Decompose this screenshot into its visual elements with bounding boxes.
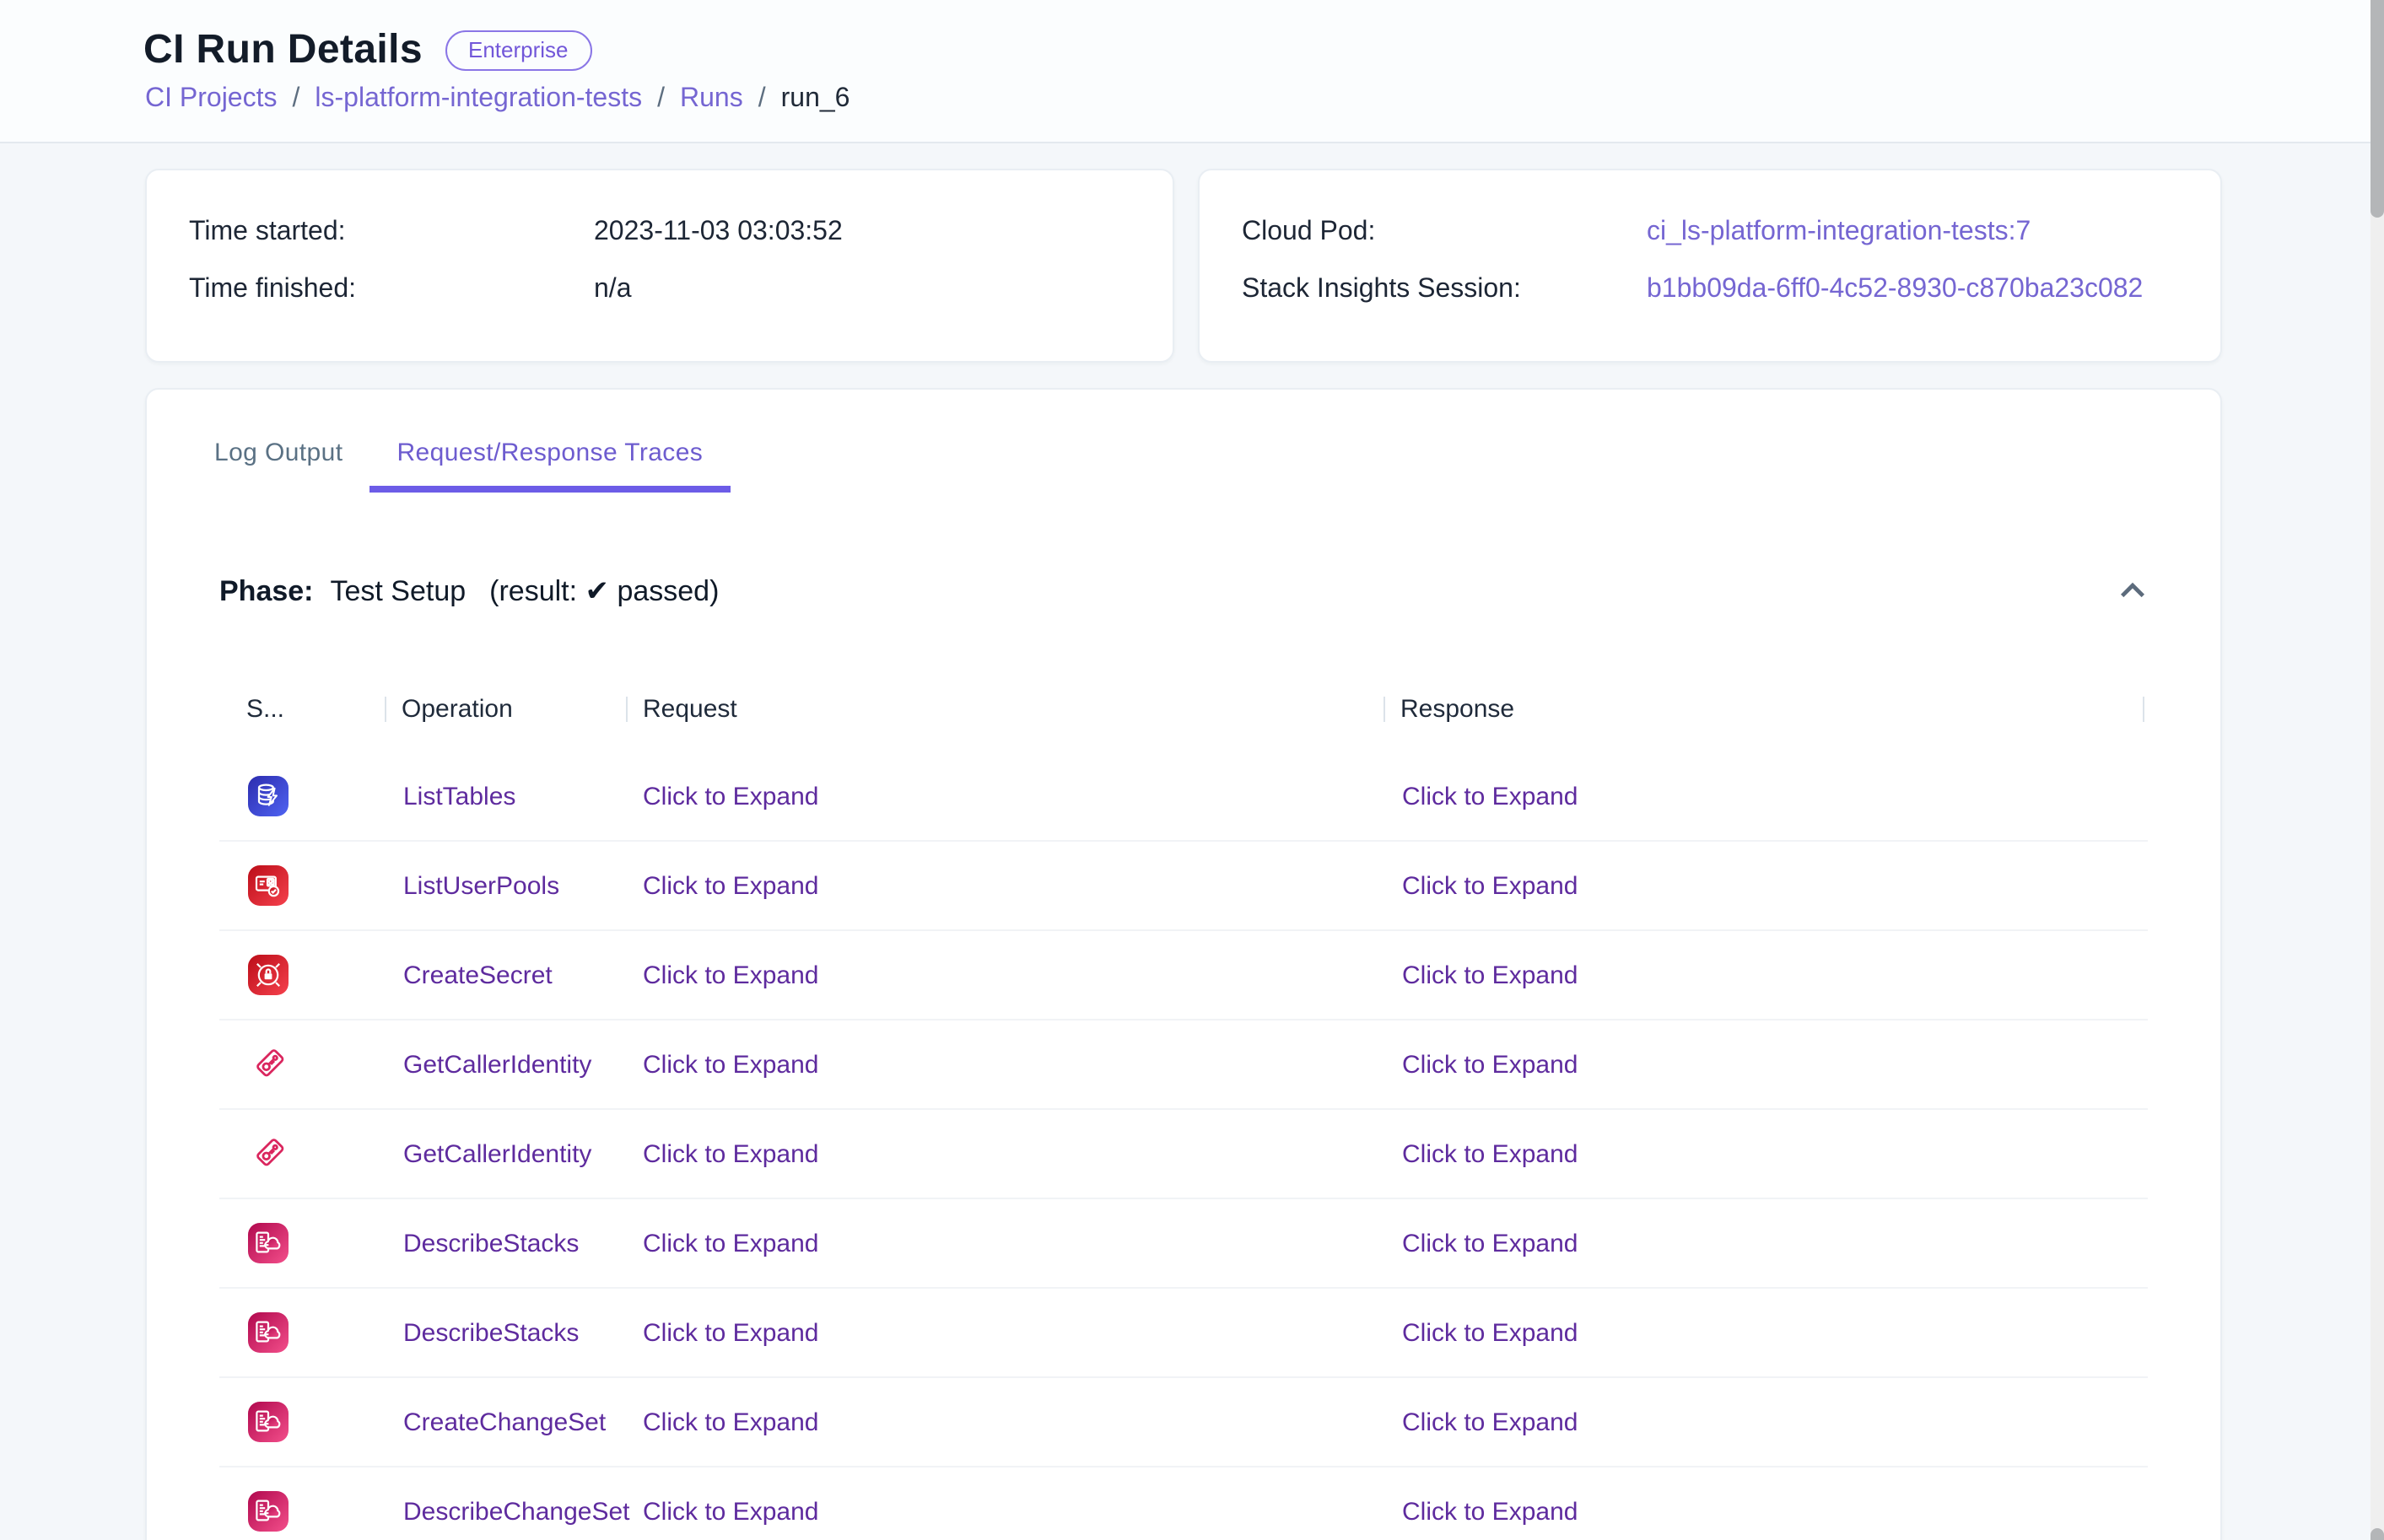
operation-cell: DescribeStacks bbox=[385, 1229, 626, 1257]
request-expand-link[interactable]: Click to Expand bbox=[626, 1139, 1383, 1168]
operation-cell: CreateChangeSet bbox=[385, 1408, 626, 1436]
tab-request-response-traces[interactable]: Request/Response Traces bbox=[369, 412, 730, 493]
breadcrumb-separator: / bbox=[657, 84, 665, 115]
cloudformation-icon bbox=[219, 1312, 385, 1353]
stack-insights-session-link[interactable]: b1bb09da-6ff0-4c52-8930-c870ba23c082 bbox=[1647, 267, 2178, 314]
operation-cell: GetCallerIdentity bbox=[385, 1139, 626, 1168]
request-expand-link[interactable]: Click to Expand bbox=[626, 1229, 1383, 1257]
operation-cell: CreateSecret bbox=[385, 961, 626, 989]
response-expand-link[interactable]: Click to Expand bbox=[1383, 961, 2144, 989]
column-separator bbox=[2143, 697, 2144, 722]
scrollbar-thumb[interactable] bbox=[2371, 0, 2384, 218]
breadcrumb-current-run: run_6 bbox=[781, 84, 850, 115]
cognito-icon bbox=[219, 865, 385, 906]
response-expand-link[interactable]: Click to Expand bbox=[1383, 1318, 2144, 1347]
breadcrumb-ci-projects[interactable]: CI Projects bbox=[145, 84, 278, 115]
collapse-phase-button[interactable] bbox=[2107, 567, 2158, 617]
vertical-scrollbar[interactable] bbox=[2371, 0, 2384, 1540]
phase-name: Test Setup bbox=[331, 575, 467, 609]
traces-table-body: ListTables Click to Expand Click to Expa… bbox=[219, 752, 2148, 1540]
secrets-manager-icon bbox=[219, 955, 385, 995]
cloudformation-icon bbox=[219, 1223, 385, 1263]
stack-insights-session-label: Stack Insights Session: bbox=[1242, 267, 1647, 314]
response-expand-link[interactable]: Click to Expand bbox=[1383, 1408, 2144, 1436]
time-finished-value: n/a bbox=[594, 267, 1130, 314]
sts-icon bbox=[219, 1044, 385, 1085]
page-title: CI Run Details bbox=[143, 27, 423, 74]
cloud-pod-link[interactable]: ci_ls-platform-integration-tests:7 bbox=[1647, 209, 2178, 256]
breadcrumb-runs[interactable]: Runs bbox=[680, 84, 743, 115]
response-expand-link[interactable]: Click to Expand bbox=[1383, 1497, 2144, 1526]
cloudformation-icon bbox=[219, 1491, 385, 1532]
operation-cell: DescribeStacks bbox=[385, 1318, 626, 1347]
breadcrumb-project[interactable]: ls-platform-integration-tests bbox=[315, 84, 642, 115]
response-expand-link[interactable]: Click to Expand bbox=[1383, 1050, 2144, 1079]
request-expand-link[interactable]: Click to Expand bbox=[626, 1050, 1383, 1079]
tab-log-output[interactable]: Log Output bbox=[187, 412, 369, 493]
enterprise-badge: Enterprise bbox=[445, 30, 592, 71]
table-row: GetCallerIdentity Click to Expand Click … bbox=[219, 1020, 2148, 1110]
table-row: DescribeChangeSet Click to Expand Click … bbox=[219, 1467, 2148, 1540]
phase-label: Phase: bbox=[219, 575, 314, 609]
traces-card: Log Output Request/Response Traces Phase… bbox=[145, 388, 2222, 1540]
column-header-request[interactable]: Request bbox=[626, 694, 1383, 723]
request-expand-link[interactable]: Click to Expand bbox=[626, 961, 1383, 989]
phase-header: Phase: Test Setup (result: ✔ passed) bbox=[219, 570, 2158, 614]
column-separator bbox=[385, 697, 386, 722]
column-header-service[interactable]: S... bbox=[219, 694, 385, 723]
cloud-pod-label: Cloud Pod: bbox=[1242, 209, 1647, 256]
ci-run-details-page: CI Run Details Enterprise CI Projects / … bbox=[0, 0, 2384, 1540]
operation-cell: DescribeChangeSet bbox=[385, 1497, 626, 1526]
table-row: GetCallerIdentity Click to Expand Click … bbox=[219, 1110, 2148, 1199]
operation-cell: ListUserPools bbox=[385, 871, 626, 900]
breadcrumb-separator: / bbox=[293, 84, 300, 115]
column-separator bbox=[1383, 697, 1385, 722]
time-started-label: Time started: bbox=[189, 209, 594, 256]
breadcrumb-separator: / bbox=[758, 84, 766, 115]
request-expand-link[interactable]: Click to Expand bbox=[626, 1497, 1383, 1526]
table-row: DescribeStacks Click to Expand Click to … bbox=[219, 1289, 2148, 1378]
response-expand-link[interactable]: Click to Expand bbox=[1383, 871, 2144, 900]
sts-icon bbox=[219, 1133, 385, 1174]
table-row: ListUserPools Click to Expand Click to E… bbox=[219, 842, 2148, 931]
time-started-value: 2023-11-03 03:03:52 bbox=[594, 209, 1130, 256]
request-expand-link[interactable]: Click to Expand bbox=[626, 1318, 1383, 1347]
column-separator bbox=[626, 697, 628, 722]
request-expand-link[interactable]: Click to Expand bbox=[626, 871, 1383, 900]
page-header: CI Run Details Enterprise CI Projects / … bbox=[0, 0, 2371, 143]
run-times-card: Time started: 2023-11-03 03:03:52 Time f… bbox=[145, 169, 1174, 363]
column-header-operation[interactable]: Operation bbox=[385, 694, 626, 723]
response-expand-link[interactable]: Click to Expand bbox=[1383, 1229, 2144, 1257]
response-expand-link[interactable]: Click to Expand bbox=[1383, 782, 2144, 810]
breadcrumb: CI Projects / ls-platform-integration-te… bbox=[0, 74, 2371, 115]
dynamodb-icon bbox=[219, 776, 385, 816]
table-row: CreateSecret Click to Expand Click to Ex… bbox=[219, 931, 2148, 1020]
run-links-card: Cloud Pod: ci_ls-platform-integration-te… bbox=[1198, 169, 2222, 363]
traces-table: S... Operation Request Response bbox=[219, 671, 2148, 1540]
scrollbar-thumb-bottom[interactable] bbox=[2371, 1528, 2384, 1540]
phase-result: (result: ✔ passed) bbox=[489, 575, 719, 609]
traces-table-header: S... Operation Request Response bbox=[219, 671, 2148, 746]
request-expand-link[interactable]: Click to Expand bbox=[626, 782, 1383, 810]
tab-bar: Log Output Request/Response Traces bbox=[147, 412, 2220, 493]
operation-cell: ListTables bbox=[385, 782, 626, 810]
column-header-response[interactable]: Response bbox=[1383, 694, 2144, 723]
operation-cell: GetCallerIdentity bbox=[385, 1050, 626, 1079]
chevron-up-icon bbox=[2114, 571, 2151, 613]
request-expand-link[interactable]: Click to Expand bbox=[626, 1408, 1383, 1436]
response-expand-link[interactable]: Click to Expand bbox=[1383, 1139, 2144, 1168]
cloudformation-icon bbox=[219, 1402, 385, 1442]
table-row: DescribeStacks Click to Expand Click to … bbox=[219, 1199, 2148, 1289]
table-row: CreateChangeSet Click to Expand Click to… bbox=[219, 1378, 2148, 1467]
time-finished-label: Time finished: bbox=[189, 267, 594, 314]
table-row: ListTables Click to Expand Click to Expa… bbox=[219, 752, 2148, 842]
